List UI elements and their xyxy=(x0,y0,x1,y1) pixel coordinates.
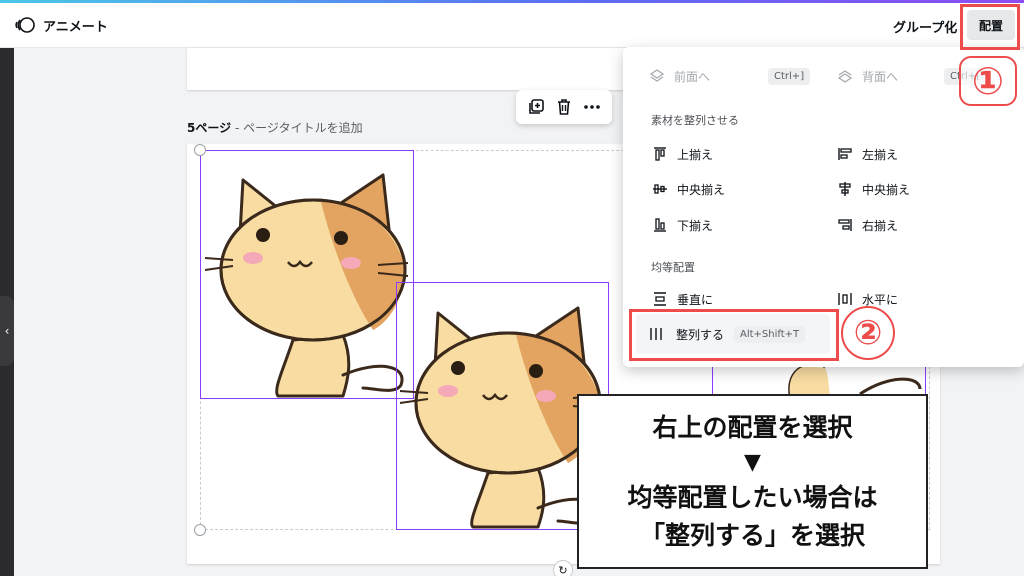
note-line-2: 均等配置したい場合は xyxy=(627,483,878,513)
align-middle-item[interactable]: 中央揃え xyxy=(651,180,725,198)
align-left-item[interactable]: 左揃え xyxy=(836,145,898,163)
space-vertical-icon xyxy=(651,290,669,308)
step-2-marker: ② xyxy=(841,306,895,360)
space-vertical-item[interactable]: 垂直に xyxy=(651,290,713,308)
align-left-icon xyxy=(836,145,854,163)
page-number: 5ページ xyxy=(187,121,232,135)
align-top-item[interactable]: 上揃え xyxy=(651,145,713,163)
resize-handle-bottom-left[interactable] xyxy=(194,524,206,536)
spacing-section-label: 均等配置 xyxy=(651,261,695,274)
note-line-1: 右上の配置を選択 xyxy=(652,412,853,442)
align-right-label: 右揃え xyxy=(862,218,899,233)
highlight-tidy-up xyxy=(629,309,839,361)
top-bar: アニメート グループ化 配置 xyxy=(0,0,1024,48)
layer-up-icon xyxy=(648,67,666,85)
duplicate-icon[interactable] xyxy=(524,95,548,119)
page-heading[interactable]: 5ページ - ページタイトルを追加 xyxy=(187,119,363,136)
cat-1-selection xyxy=(200,150,414,399)
resize-handle-top-left[interactable] xyxy=(194,144,206,156)
rotate-icon[interactable]: ↻ xyxy=(553,560,573,576)
space-horizontal-label: 水平に xyxy=(862,292,899,307)
align-middle-label: 中央揃え xyxy=(677,182,726,197)
highlight-arrange xyxy=(960,4,1020,50)
align-center-item[interactable]: 中央揃え xyxy=(836,180,910,198)
animate-button[interactable]: アニメート xyxy=(43,16,108,35)
align-right-icon xyxy=(836,216,854,234)
bring-forward-item: 前面へ Ctrl+] xyxy=(648,67,811,85)
cat-3-selection xyxy=(712,366,926,396)
group-button[interactable]: グループ化 xyxy=(893,17,957,36)
note-line-3: 「整列する」を選択 xyxy=(639,520,865,550)
align-center-icon xyxy=(836,180,854,198)
space-horizontal-icon xyxy=(836,290,854,308)
instruction-note: 右上の配置を選択 ▼ 均等配置したい場合は 「整列する」を選択 xyxy=(577,394,928,569)
bring-forward-label: 前面へ xyxy=(674,69,711,84)
align-bottom-item[interactable]: 下揃え xyxy=(651,216,713,234)
space-vertical-label: 垂直に xyxy=(677,292,714,307)
layer-down-icon xyxy=(836,67,854,85)
note-arrow: ▼ xyxy=(744,450,761,476)
align-bottom-icon xyxy=(651,216,669,234)
step-1-marker: ① xyxy=(959,56,1017,106)
align-right-item[interactable]: 右揃え xyxy=(836,216,898,234)
align-top-icon xyxy=(651,145,669,163)
page-separator: - xyxy=(231,121,244,135)
accent-line xyxy=(0,0,1024,3)
align-bottom-label: 下揃え xyxy=(677,218,714,233)
element-toolbar xyxy=(516,90,612,124)
align-center-label: 中央揃え xyxy=(862,182,911,197)
more-icon[interactable] xyxy=(580,95,604,119)
send-backward-label: 背面へ xyxy=(862,69,899,84)
align-section-label: 素材を整列させる xyxy=(651,114,739,127)
trash-icon[interactable] xyxy=(552,95,576,119)
align-left-label: 左揃え xyxy=(862,147,899,162)
page-title-placeholder[interactable]: ページタイトルを追加 xyxy=(243,121,363,135)
align-top-label: 上揃え xyxy=(677,147,714,162)
collapse-panel-handle[interactable]: ‹ xyxy=(0,296,14,366)
align-middle-icon xyxy=(651,180,669,198)
bring-forward-shortcut: Ctrl+] xyxy=(768,67,811,85)
animate-icon[interactable] xyxy=(14,14,36,36)
